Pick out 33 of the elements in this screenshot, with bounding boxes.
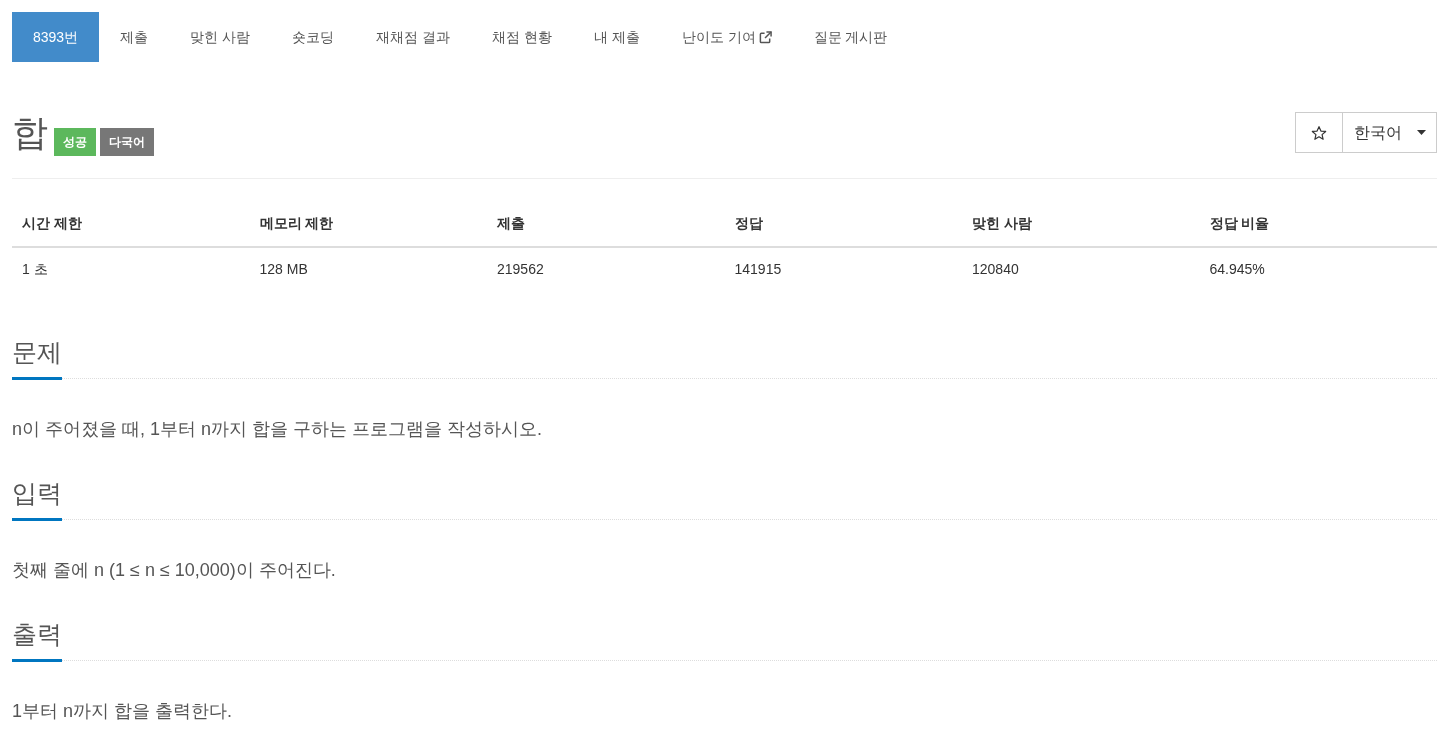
- table-cell: 64.945%: [1199, 247, 1437, 291]
- nav-tab[interactable]: 제출: [99, 12, 170, 62]
- table-cell: 219562: [487, 247, 725, 291]
- nav-tab[interactable]: 맞힌 사람: [169, 12, 272, 62]
- language-dropdown[interactable]: 한국어: [1342, 112, 1437, 153]
- nav-tab[interactable]: 내 제출: [572, 12, 661, 62]
- table-header-cell: 맞힌 사람: [962, 200, 1200, 247]
- nav-tab[interactable]: 숏코딩: [271, 12, 356, 62]
- status-badge: 다국어: [100, 127, 154, 156]
- section-text: n이 주어졌을 때, 1부터 n까지 합을 구하는 프로그램을 작성하시오.: [12, 418, 544, 441]
- status-badge: 성공: [54, 127, 96, 156]
- table-cell: 1 초: [12, 247, 250, 291]
- nav-tab[interactable]: 질문 게시판: [792, 12, 909, 62]
- nav-tab[interactable]: 난이도 기여: [660, 12, 793, 62]
- problem-title: 합: [12, 112, 48, 153]
- table-header-cell: 제출: [487, 200, 725, 247]
- table-cell: 128 MB: [249, 247, 487, 291]
- nav-tab[interactable]: 채점 현황: [470, 12, 573, 62]
- section-heading: 입력: [12, 478, 62, 521]
- section-heading: 출력: [12, 619, 62, 662]
- table-header-cell: 정답 비율: [1199, 200, 1437, 247]
- nav-tab[interactable]: 재채점 결과: [355, 12, 471, 62]
- favorite-button[interactable]: [1295, 112, 1343, 153]
- section-heading: 문제: [12, 337, 62, 380]
- caret-icon: [1417, 130, 1426, 135]
- table-cell: 120840: [962, 247, 1200, 291]
- table-header-cell: 시간 제한: [12, 200, 250, 247]
- nav-tab[interactable]: 8393번: [12, 12, 100, 62]
- table-header-cell: 메모리 제한: [249, 200, 487, 247]
- table-cell: 141915: [724, 247, 962, 291]
- table-header-cell: 정답: [724, 200, 962, 247]
- section-text: 첫째 줄에 n (1 ≤ n ≤ 10,000)이 주어진다.: [12, 559, 337, 582]
- section-text: 1부터 n까지 합을 출력한다.: [12, 700, 234, 723]
